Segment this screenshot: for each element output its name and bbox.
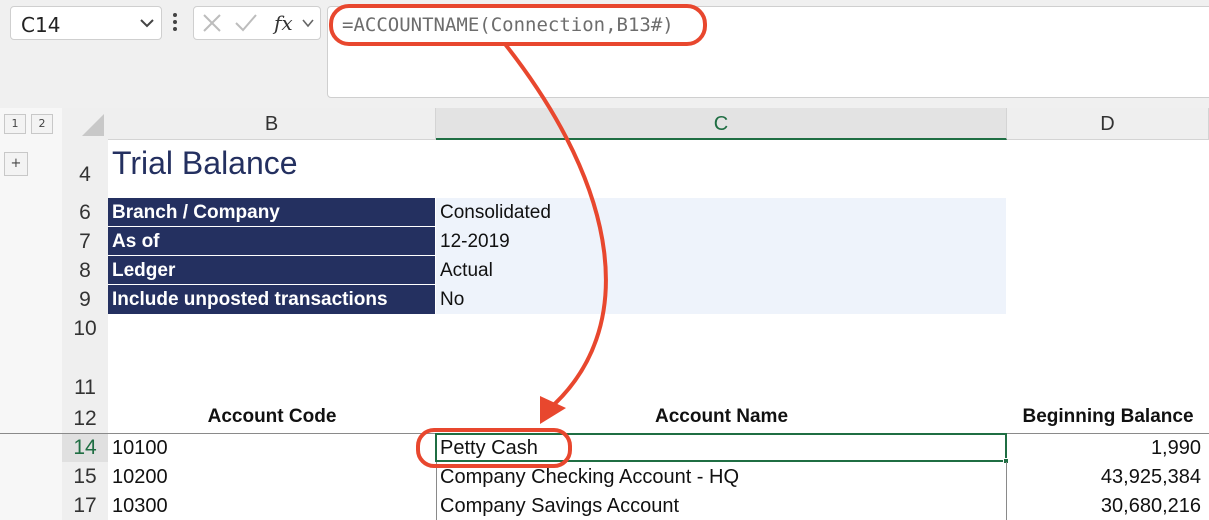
outline-level-2-button[interactable]: 2 [31, 114, 53, 134]
param-label-ledger[interactable]: Ledger [108, 256, 435, 284]
svg-text:fx: fx [272, 11, 293, 35]
spill-range-border [436, 462, 437, 520]
formula-text: =ACCOUNTNAME(Connection,B13#) [342, 14, 674, 36]
cell-name-14: Petty Cash [440, 437, 538, 459]
cell-code-15[interactable]: 10200 [112, 466, 168, 489]
column-header-c[interactable]: C [436, 108, 1007, 140]
row-header-9[interactable]: 9 [62, 285, 108, 314]
cell-balance-14[interactable]: 1,990 [1007, 437, 1209, 460]
sheet-title: Trial Balance [112, 145, 298, 181]
cell-code-17[interactable]: 10300 [112, 495, 168, 518]
row-header-12[interactable]: 12 [62, 404, 108, 433]
param-value-branch[interactable]: Consolidated [436, 198, 1006, 227]
insert-function-icon[interactable]: fx [272, 10, 298, 36]
row-header-15[interactable]: 15 [62, 462, 108, 491]
outline-expand-button[interactable]: + [4, 152, 28, 176]
outline-level-1-button[interactable]: 1 [4, 114, 26, 134]
formula-input[interactable]: =ACCOUNTNAME(Connection,B13#) [327, 6, 1209, 98]
formula-bar-area: C14 fx =ACCOUNTNAME(Connection,B13#) [0, 0, 1209, 108]
enter-icon[interactable] [234, 13, 258, 33]
param-value-unposted[interactable]: No [436, 285, 1006, 314]
chevron-down-icon[interactable] [139, 13, 155, 33]
header-beginning-balance[interactable]: Beginning Balance [1007, 406, 1209, 428]
param-value-ledger[interactable]: Actual [436, 256, 1006, 285]
param-label-branch[interactable]: Branch / Company [108, 198, 435, 226]
row-header-17[interactable]: 17 [62, 491, 108, 520]
row-header-4[interactable]: 4 [62, 140, 108, 198]
name-box-value: C14 [21, 13, 61, 37]
cell-name-17[interactable]: Company Savings Account [440, 495, 679, 518]
formula-buttons: fx [193, 6, 321, 40]
cell-name-15[interactable]: Company Checking Account - HQ [440, 466, 739, 489]
cell-balance-17[interactable]: 30,680,216 [1007, 495, 1209, 518]
column-header-d[interactable]: D [1007, 108, 1209, 140]
active-cell-c14[interactable]: Petty Cash [435, 433, 1009, 464]
row-header-10[interactable]: 10 [62, 314, 108, 343]
column-header-b[interactable]: B [108, 108, 436, 140]
header-account-name[interactable]: Account Name [436, 406, 1007, 428]
row-header-7[interactable]: 7 [62, 227, 108, 256]
cancel-icon[interactable] [202, 13, 222, 33]
param-label-unposted[interactable]: Include unposted transactions [108, 285, 435, 314]
row-header-11[interactable]: 11 [62, 343, 108, 404]
row-header-14[interactable]: 14 [62, 433, 108, 462]
more-options-icon[interactable] [170, 10, 180, 34]
param-value-as-of[interactable]: 12-2019 [436, 227, 1006, 256]
cell-code-14[interactable]: 10100 [112, 437, 168, 460]
row-header-8[interactable]: 8 [62, 256, 108, 285]
cell-balance-15[interactable]: 43,925,384 [1007, 466, 1209, 489]
select-all-corner[interactable] [62, 108, 108, 140]
name-box[interactable]: C14 [10, 6, 162, 40]
chevron-down-icon[interactable] [301, 15, 315, 31]
row-header-6[interactable]: 6 [62, 198, 108, 227]
param-label-as-of[interactable]: As of [108, 227, 435, 255]
header-account-code[interactable]: Account Code [108, 406, 436, 428]
